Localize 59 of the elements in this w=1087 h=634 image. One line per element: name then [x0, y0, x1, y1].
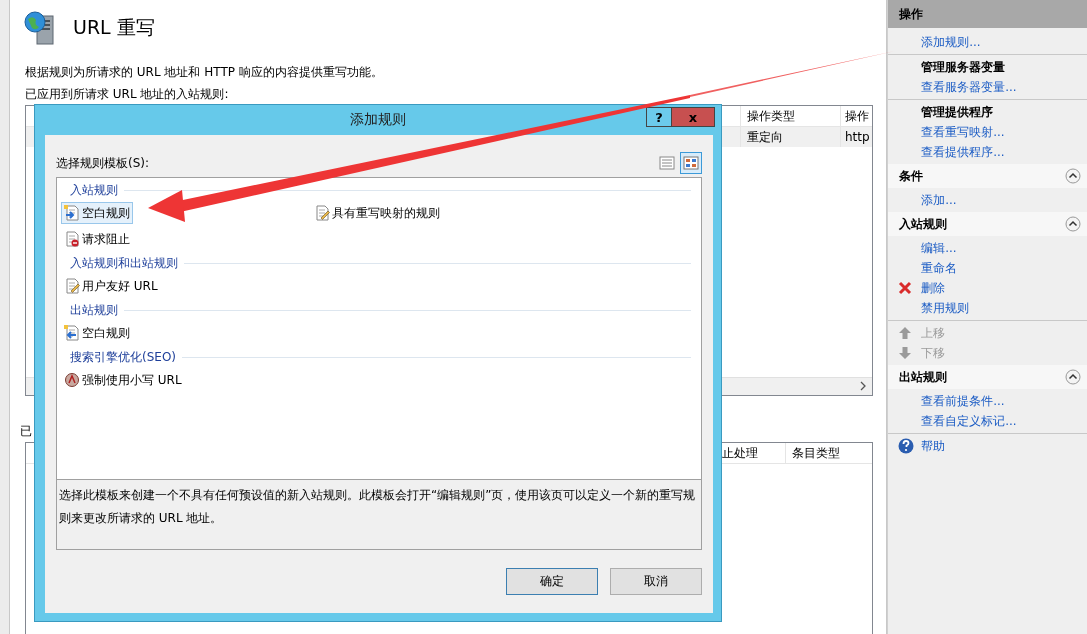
- action-link[interactable]: 查看重写映射...: [921, 123, 1005, 141]
- action-link[interactable]: 查看服务器变量...: [921, 78, 1017, 96]
- group-heading: 搜索引擎优化(SEO): [70, 348, 176, 366]
- action-link[interactable]: 添加规则...: [921, 33, 981, 51]
- action-link[interactable]: 帮助: [921, 437, 946, 455]
- template-item[interactable]: 具有重写映射的规则: [311, 202, 443, 224]
- scroll-right-icon[interactable]: [859, 381, 867, 391]
- action-link[interactable]: 添加...: [921, 191, 957, 209]
- action-link[interactable]: 查看前提条件...: [921, 392, 1005, 410]
- template-item[interactable]: 强制使用小写 URL: [61, 369, 185, 391]
- action-link[interactable]: 查看自定义标记...: [921, 412, 1017, 430]
- section-title: 操作: [899, 5, 924, 23]
- action-link[interactable]: 重命名: [921, 259, 958, 277]
- action-link[interactable]: 删除: [921, 279, 946, 297]
- group-heading: 管理提供程序: [920, 104, 995, 121]
- help-button[interactable]: ?: [646, 107, 672, 127]
- action-link[interactable]: 禁用规则: [921, 299, 970, 317]
- table-caption: 已应用到所请求 URL 地址的入站规则:: [25, 86, 230, 103]
- template-item[interactable]: 用户友好 URL: [61, 275, 161, 297]
- dialog-button[interactable]: 确定: [506, 568, 598, 595]
- stamp-icon: [64, 372, 80, 388]
- document-pencil-icon: [64, 278, 80, 294]
- group-heading: 管理服务器变量: [920, 59, 1007, 76]
- tiles-view-icon[interactable]: [680, 152, 702, 174]
- document-arrow-icon: [64, 325, 80, 341]
- template-label: 选择规则模板(S):: [56, 154, 150, 172]
- table-cell: http: [840, 127, 872, 147]
- table-caption: 已: [20, 423, 33, 440]
- table-cell: 重定向: [740, 127, 840, 147]
- delete-icon: [898, 281, 913, 295]
- column-header[interactable]: 操作类型: [740, 106, 840, 126]
- collapse-icon[interactable]: [1065, 369, 1081, 385]
- page-title: URL 重写: [73, 15, 155, 40]
- template-item[interactable]: 空白规则: [61, 322, 133, 344]
- group-heading: 入站规则: [70, 181, 118, 199]
- group-heading: 出站规则: [70, 301, 118, 319]
- document-stop-icon: [64, 231, 80, 247]
- up-arrow-icon: [898, 326, 913, 340]
- section-title: 出站规则: [899, 368, 948, 386]
- help-icon: [898, 438, 915, 454]
- section-title: 入站规则: [899, 215, 948, 233]
- dialog-button[interactable]: 取消: [610, 568, 702, 595]
- column-header[interactable]: 操作: [840, 106, 872, 126]
- action-link[interactable]: 编辑...: [921, 239, 957, 257]
- action-link[interactable]: 查看提供程序...: [921, 143, 1005, 161]
- template-description: 选择此模板来创建一个不具有任何预设值的新入站规则。此模板会打开“编辑规则”页，使用该页可以定义一个新的重写规则来更改所请求的 URL 地址。: [56, 480, 702, 550]
- dialog-title: 添加规则: [350, 111, 406, 129]
- column-header[interactable]: 条目类型: [785, 443, 872, 463]
- template-item[interactable]: 请求阻止: [61, 228, 133, 250]
- down-arrow-icon: [898, 346, 913, 360]
- document-pencil-icon: [314, 205, 330, 221]
- page-description: 根据规则为所请求的 URL 地址和 HTTP 响应的内容提供重写功能。: [25, 64, 384, 81]
- close-button[interactable]: x: [671, 107, 715, 127]
- template-item[interactable]: 空白规则: [61, 202, 133, 224]
- group-heading: 入站规则和出站规则: [70, 254, 178, 272]
- document-arrow-icon: [64, 205, 80, 221]
- collapse-icon[interactable]: [1065, 168, 1081, 184]
- section-title: 条件: [899, 167, 924, 185]
- collapse-icon[interactable]: [1065, 216, 1081, 232]
